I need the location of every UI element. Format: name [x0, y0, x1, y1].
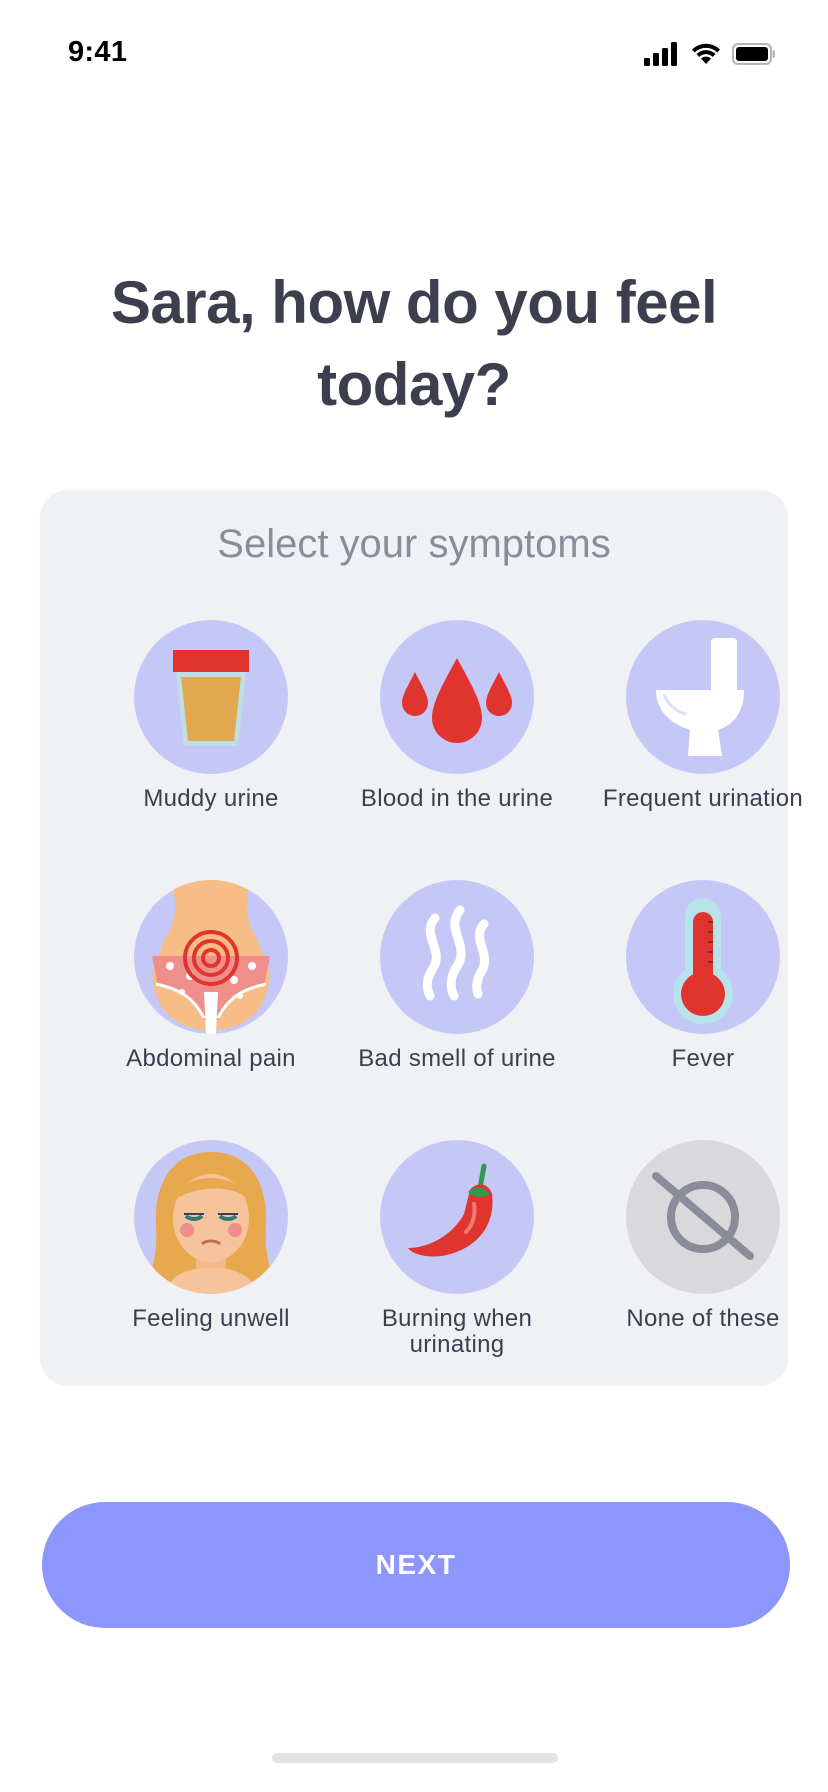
next-button[interactable]: NEXT: [42, 1502, 790, 1628]
symptom-blood-in-urine[interactable]: Blood in the urine: [334, 620, 580, 812]
symptom-icon-circle: [626, 620, 780, 774]
symptom-none[interactable]: None of these: [580, 1140, 826, 1332]
symptom-icon-circle: [380, 1140, 534, 1294]
symptom-burning[interactable]: Burning when urinating: [334, 1140, 580, 1358]
symptom-bad-smell[interactable]: Bad smell of urine: [334, 880, 580, 1072]
symptom-feeling-unwell[interactable]: Feeling unwell: [88, 1140, 334, 1332]
symptom-frequent-urination[interactable]: Frequent urination: [580, 620, 826, 812]
page-title: Sara, how do you feel today?: [110, 269, 718, 418]
smell-waves-icon: [422, 905, 490, 1001]
toilet-icon: [656, 638, 744, 756]
thermometer-icon: [673, 898, 733, 1024]
symptom-icon-circle: [380, 880, 534, 1034]
abdomen-pain-icon: [152, 880, 270, 1034]
urine-cup-icon: [173, 650, 249, 746]
symptom-icon-circle: [134, 620, 288, 774]
status-icons: [644, 40, 776, 68]
card-title: Select your symptoms: [217, 522, 611, 566]
battery-icon: [732, 43, 775, 65]
symptom-label: Bad smell of urine: [358, 1045, 556, 1072]
symptom-fever[interactable]: Fever: [580, 880, 826, 1072]
symptoms-card: Select your symptoms Muddy urine Blood i…: [40, 490, 803, 1386]
symptom-label: Abdominal pain: [126, 1045, 296, 1072]
symptom-icon-circle: [380, 620, 534, 774]
symptom-label: Frequent urination: [602, 785, 804, 812]
symptom-label: Feeling unwell: [132, 1305, 290, 1332]
wifi-icon: [692, 43, 720, 64]
blood-drops-icon: [402, 658, 512, 743]
symptom-label: None of these: [626, 1305, 780, 1332]
chili-pepper-icon: [408, 1163, 493, 1257]
cellular-signal-icon: [644, 42, 677, 66]
symptom-icon-circle: [626, 880, 780, 1034]
symptom-abdominal-pain[interactable]: Abdominal pain: [88, 880, 334, 1072]
symptom-icon-circle: [134, 880, 288, 1034]
unwell-face-icon: [144, 1152, 278, 1294]
symptom-label: Muddy urine: [143, 785, 279, 812]
status-bar: 9:41: [0, 0, 828, 108]
symptom-label: Burning when urinating: [381, 1305, 533, 1358]
status-time: 9:41: [68, 36, 128, 68]
symptom-icon-circle: [134, 1140, 288, 1294]
symptom-label: Blood in the urine: [360, 785, 554, 812]
home-indicator: [272, 1753, 558, 1763]
symptom-icon-circle: [626, 1140, 780, 1294]
symptom-muddy-urine[interactable]: Muddy urine: [88, 620, 334, 812]
none-icon: [652, 1172, 754, 1260]
symptom-label: Fever: [671, 1045, 735, 1072]
